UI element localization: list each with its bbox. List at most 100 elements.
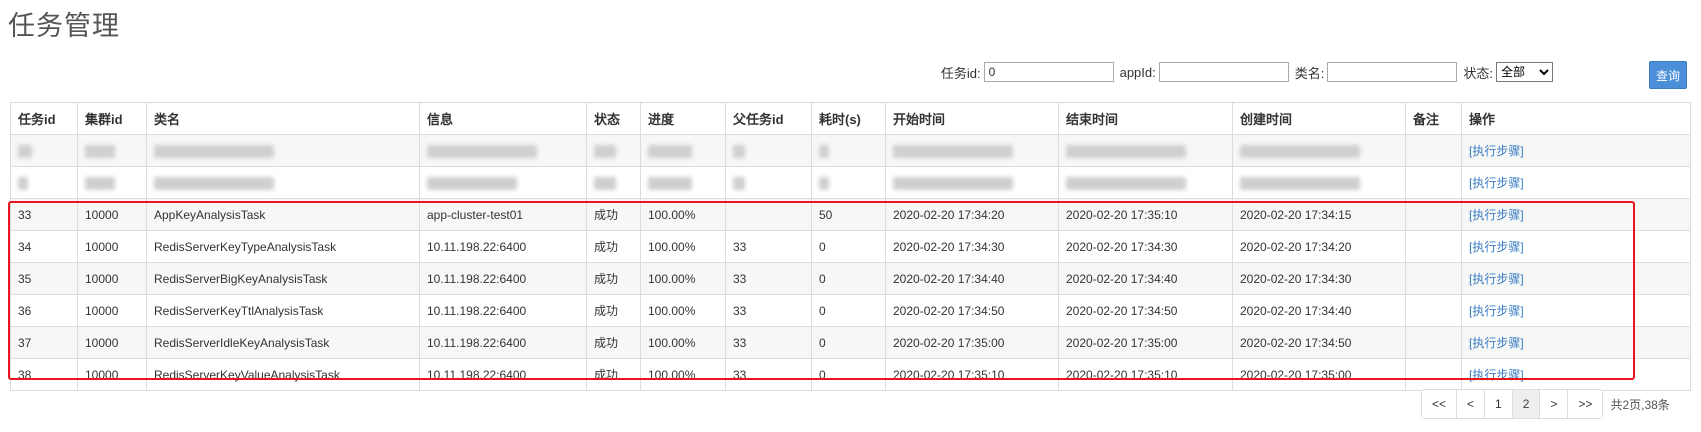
cell-end-time: 2020-02-20 17:34:50 <box>1058 294 1233 327</box>
redaction-blur <box>154 176 274 190</box>
execute-steps-link[interactable]: [执行步骤] <box>1469 304 1524 318</box>
redaction-blur <box>1240 144 1360 158</box>
action-cell: [执行步骤] <box>1461 230 1691 263</box>
redacted-cell <box>10 166 78 199</box>
prev-page-button[interactable]: < <box>1456 389 1486 419</box>
redaction-blur <box>85 176 115 190</box>
cell-duration: 0 <box>811 262 886 295</box>
status-select[interactable]: 全部 <box>1496 62 1553 82</box>
cell-parent-id: 33 <box>725 326 812 359</box>
cell-class-name: RedisServerIdleKeyAnalysisTask <box>146 326 420 359</box>
redaction-blur <box>154 144 274 158</box>
redaction-blur <box>819 176 829 190</box>
redaction-blur <box>594 176 616 190</box>
execute-steps-link[interactable]: [执行步骤] <box>1469 208 1524 222</box>
cell-start-time: 2020-02-20 17:34:30 <box>885 230 1059 263</box>
cell-progress: 100.00% <box>640 358 726 391</box>
action-cell: [执行步骤] <box>1461 326 1691 359</box>
redaction-blur <box>18 176 28 190</box>
cell-status: 成功 <box>586 294 641 327</box>
cell-start-time: 2020-02-20 17:35:10 <box>885 358 1059 391</box>
cell-info: 10.11.198.22:6400 <box>419 294 587 327</box>
redaction-blur <box>648 176 692 190</box>
next-page-button[interactable]: > <box>1539 389 1569 419</box>
action-cell: [执行步骤] <box>1461 358 1691 391</box>
class-name-label: 类名: <box>1294 65 1325 81</box>
redacted-cell <box>725 166 812 199</box>
execute-steps-link[interactable]: [执行步骤] <box>1469 176 1524 190</box>
cell-end-time: 2020-02-20 17:35:10 <box>1058 198 1233 231</box>
redaction-blur <box>1240 176 1360 190</box>
page-1-button[interactable]: 1 <box>1484 389 1513 419</box>
cell-parent-id: 33 <box>725 262 812 295</box>
column-header: 信息 <box>419 102 587 135</box>
cell-create-time: 2020-02-20 17:34:20 <box>1232 230 1406 263</box>
redacted-cell <box>1058 134 1233 167</box>
cell-progress: 100.00% <box>640 294 726 327</box>
cell-create-time: 2020-02-20 17:34:30 <box>1232 262 1406 295</box>
cell-create-time: 2020-02-20 17:34:15 <box>1232 198 1406 231</box>
redaction-blur <box>427 176 517 190</box>
cell-cluster-id: 10000 <box>77 326 147 359</box>
cell-progress: 100.00% <box>640 326 726 359</box>
action-cell: [执行步骤] <box>1461 134 1691 167</box>
execute-steps-link[interactable]: [执行步骤] <box>1469 240 1524 254</box>
pagination: << < 1 2 > >> 共2页,38条 <box>1421 389 1670 419</box>
column-header: 耗时(s) <box>811 102 886 135</box>
cell-progress: 100.00% <box>640 230 726 263</box>
redaction-blur <box>427 144 537 158</box>
redacted-cell <box>586 134 641 167</box>
page-2-button[interactable]: 2 <box>1511 389 1541 419</box>
table-row: 36 10000 RedisServerKeyTtlAnalysisTask 10.1… <box>10 294 1691 327</box>
redacted-cell <box>77 166 147 199</box>
cell-class-name: RedisServerBigKeyAnalysisTask <box>146 262 420 295</box>
redaction-blur <box>1066 176 1186 190</box>
execute-steps-link[interactable]: [执行步骤] <box>1469 336 1524 350</box>
cell-cluster-id: 10000 <box>77 198 147 231</box>
status-label: 状态: <box>1463 65 1493 81</box>
redacted-cell <box>885 134 1059 167</box>
execute-steps-link[interactable]: [执行步骤] <box>1469 272 1524 286</box>
cell-start-time: 2020-02-20 17:34:20 <box>885 198 1059 231</box>
redacted-cell <box>1232 166 1406 199</box>
redacted-cell <box>1405 134 1462 167</box>
redacted-cell <box>419 134 587 167</box>
cell-remark <box>1405 326 1462 359</box>
redacted-cell <box>885 166 1059 199</box>
redacted-cell <box>811 166 886 199</box>
cell-end-time: 2020-02-20 17:35:00 <box>1058 326 1233 359</box>
cell-task-id: 38 <box>10 358 78 391</box>
cell-task-id: 37 <box>10 326 78 359</box>
redacted-cell <box>1232 134 1406 167</box>
cell-parent-id <box>725 198 812 231</box>
cell-class-name: RedisServerKeyTtlAnalysisTask <box>146 294 420 327</box>
cell-duration: 0 <box>811 294 886 327</box>
execute-steps-link[interactable]: [执行步骤] <box>1469 368 1524 382</box>
column-header: 类名 <box>146 102 420 135</box>
column-header: 创建时间 <box>1232 102 1406 135</box>
cell-info: 10.11.198.22:6400 <box>419 326 587 359</box>
column-header: 结束时间 <box>1058 102 1233 135</box>
cell-duration: 50 <box>811 198 886 231</box>
cell-create-time: 2020-02-20 17:34:50 <box>1232 326 1406 359</box>
execute-steps-link[interactable]: [执行步骤] <box>1469 144 1524 158</box>
class-name-input[interactable] <box>1327 62 1458 82</box>
first-page-button[interactable]: << <box>1421 389 1458 419</box>
redacted-cell <box>419 166 587 199</box>
redaction-blur <box>819 144 829 158</box>
column-header: 父任务id <box>725 102 812 135</box>
redacted-cell <box>586 166 641 199</box>
app-id-input[interactable] <box>1158 62 1289 82</box>
query-button[interactable]: 查询 <box>1649 61 1687 89</box>
cell-status: 成功 <box>586 198 641 231</box>
action-cell: [执行步骤] <box>1461 166 1691 199</box>
filter-bar: 任务id: appId: 类名: 状态: 全部 <box>935 62 1553 82</box>
table-row: 35 10000 RedisServerBigKeyAnalysisTask 10.1… <box>10 262 1691 295</box>
last-page-button[interactable]: >> <box>1567 389 1604 419</box>
task-table: 任务id 集群id 类名 信息 状态 进度 父任务id 耗时(s) 开始时间 结束时间 创建时间 备注… <box>10 102 1691 391</box>
redacted-cell <box>1405 166 1462 199</box>
redaction-blur <box>594 144 616 158</box>
redaction-blur <box>893 176 1013 190</box>
task-id-input[interactable] <box>983 62 1114 82</box>
cell-duration: 0 <box>811 358 886 391</box>
